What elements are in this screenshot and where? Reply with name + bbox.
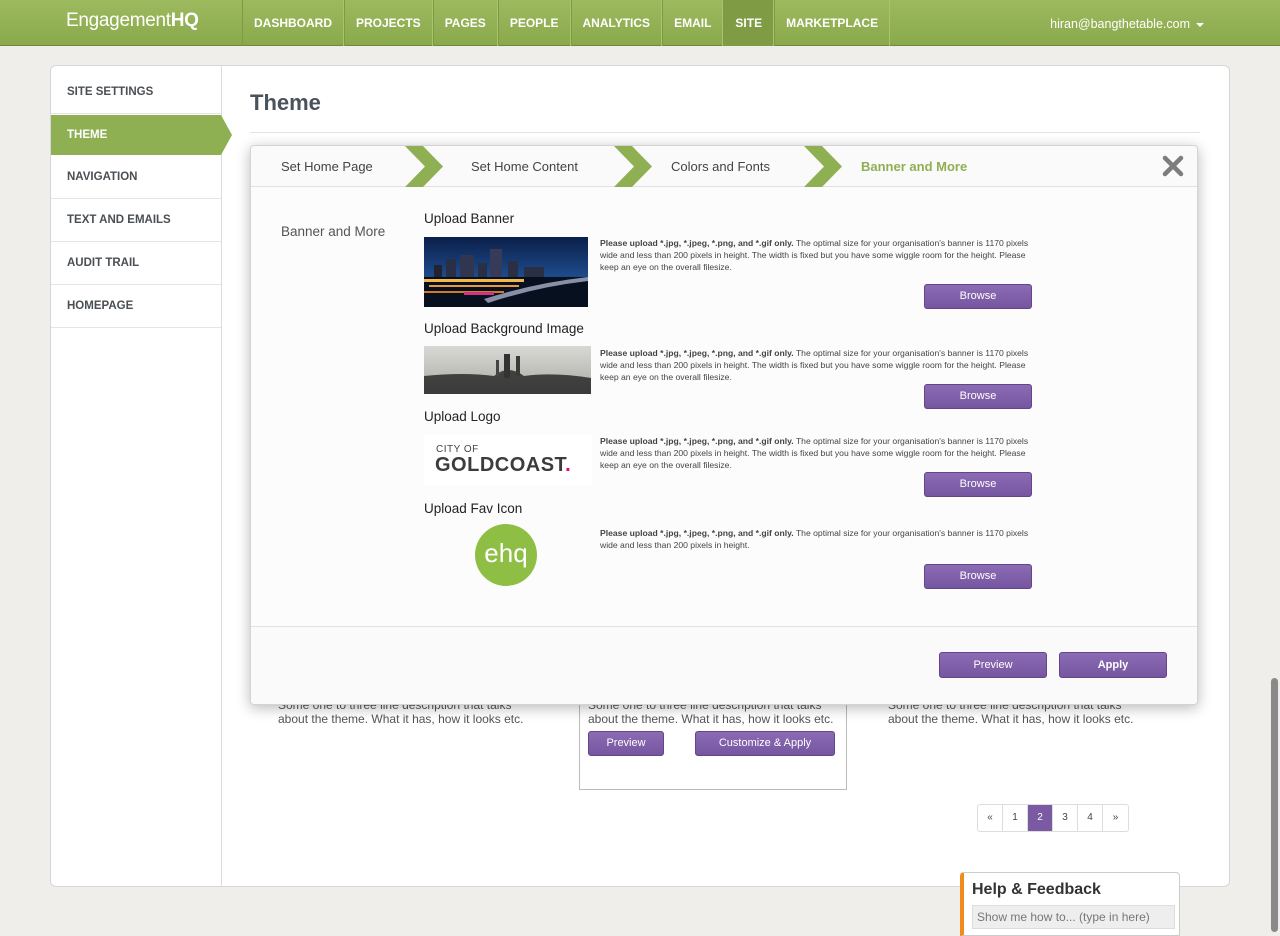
sidebar-item-homepage[interactable]: HOMEPAGE <box>51 285 221 328</box>
upload-logo-title: Upload Logo <box>424 409 501 424</box>
banner-thumbnail <box>424 237 588 307</box>
step-chevron-icon <box>804 146 842 187</box>
help-bold-text: Please upload *.jpg, *.jpeg, *.png, and … <box>600 436 794 446</box>
section-label: Banner and More <box>281 224 386 239</box>
step-set-home-page[interactable]: Set Home Page <box>281 146 373 187</box>
page-1[interactable]: 1 <box>1003 805 1028 831</box>
customize-apply-button[interactable]: Customize & Apply <box>695 731 835 756</box>
help-feedback-widget[interactable]: Help & Feedback Show me how to... (type … <box>960 872 1180 936</box>
upload-banner-help: Please upload *.jpg, *.jpeg, *.png, and … <box>600 237 1032 273</box>
upload-favicon-help: Please upload *.jpg, *.jpeg, *.png, and … <box>600 527 1032 551</box>
step-set-home-content[interactable]: Set Home Content <box>471 146 578 187</box>
browse-favicon-button[interactable]: Browse <box>924 564 1032 589</box>
sidebar-item-theme[interactable]: THEME <box>51 115 232 155</box>
upload-background-help: Please upload *.jpg, *.jpeg, *.png, and … <box>600 347 1032 383</box>
page-title: Theme <box>250 90 321 115</box>
sidebar-item-site-settings[interactable]: SITE SETTINGS <box>51 71 221 114</box>
favicon-text: ehq <box>484 538 528 568</box>
upload-logo-help: Please upload *.jpg, *.jpeg, *.png, and … <box>600 435 1032 471</box>
help-search-input[interactable]: Show me how to... (type in here) <box>972 905 1175 929</box>
top-navbar: EngagementHQ DASHBOARD PROJECTS PAGES PE… <box>0 0 1280 46</box>
nav-marketplace[interactable]: MARKETPLACE <box>774 0 891 46</box>
help-bold-text: Please upload *.jpg, *.jpeg, *.png, and … <box>600 348 794 358</box>
nav-people[interactable]: PEOPLE <box>497 0 571 46</box>
nav-projects[interactable]: PROJECTS <box>344 0 433 46</box>
user-menu[interactable]: hiran@bangthetable.com <box>1050 0 1204 46</box>
step-chevron-icon <box>614 146 652 187</box>
background-thumbnail <box>424 346 591 394</box>
logo-goldcoast: GOLDCOAST. <box>435 454 571 477</box>
wizard-apply-button[interactable]: Apply <box>1059 652 1167 678</box>
page-scrollbar[interactable] <box>1271 678 1278 932</box>
favicon-thumbnail: ehq <box>475 524 537 586</box>
page-3[interactable]: 3 <box>1053 805 1078 831</box>
page-2[interactable]: 2 <box>1028 805 1053 831</box>
wizard-steps: Set Home Page Set Home Content Colors an… <box>251 146 1197 187</box>
help-bold-text: Please upload *.jpg, *.jpeg, *.png, and … <box>600 528 794 538</box>
help-title: Help & Feedback <box>972 881 1101 898</box>
browse-banner-button[interactable]: Browse <box>924 284 1032 309</box>
upload-favicon-title: Upload Fav Icon <box>424 501 523 516</box>
sidebar-item-audit-trail[interactable]: AUDIT TRAIL <box>51 242 221 285</box>
upload-banner-title: Upload Banner <box>424 211 515 226</box>
close-icon[interactable] <box>1161 154 1185 178</box>
logo-prefix: Engagement <box>66 10 171 31</box>
logo-suffix: HQ <box>170 10 199 31</box>
caret-down-icon <box>1196 22 1204 27</box>
browse-logo-button[interactable]: Browse <box>924 472 1032 497</box>
engagementhq-logo[interactable]: EngagementHQ <box>66 10 199 32</box>
sidebar: SITE SETTINGS THEME NAVIGATION TEXT AND … <box>51 66 232 886</box>
sidebar-item-navigation[interactable]: NAVIGATION <box>51 156 221 199</box>
main-nav: DASHBOARD PROJECTS PAGES PEOPLE ANALYTIC… <box>242 0 891 46</box>
pagination: « 1 2 3 4 » <box>977 804 1129 832</box>
upload-background-title: Upload Background Image <box>424 321 584 336</box>
sidebar-item-text-and-emails[interactable]: TEXT AND EMAILS <box>51 199 221 242</box>
step-banner-and-more[interactable]: Banner and More <box>861 146 967 187</box>
theme-preview-button[interactable]: Preview <box>588 731 664 756</box>
wizard-preview-button[interactable]: Preview <box>939 652 1047 678</box>
modal-footer: Preview Apply <box>251 626 1197 704</box>
user-email: hiran@bangthetable.com <box>1050 17 1190 31</box>
step-chevron-icon <box>405 146 443 187</box>
theme-wizard-modal: Set Home Page Set Home Content Colors an… <box>250 145 1198 705</box>
nav-dashboard[interactable]: DASHBOARD <box>242 0 344 46</box>
browse-background-button[interactable]: Browse <box>924 384 1032 409</box>
page-prev[interactable]: « <box>978 805 1003 831</box>
page-next[interactable]: » <box>1103 805 1128 831</box>
logo-thumbnail: CITY OF GOLDCOAST. <box>424 434 592 486</box>
step-colors-and-fonts[interactable]: Colors and Fonts <box>671 146 770 187</box>
title-divider <box>250 132 1200 133</box>
nav-site[interactable]: SITE <box>723 0 775 46</box>
help-bold-text: Please upload *.jpg, *.jpeg, *.png, and … <box>600 238 794 248</box>
nav-pages[interactable]: PAGES <box>432 0 498 46</box>
logo-dot: . <box>565 454 572 476</box>
nav-analytics[interactable]: ANALYTICS <box>570 0 663 46</box>
nav-email[interactable]: EMAIL <box>662 0 724 46</box>
logo-goldcoast-text: GOLDCOAST <box>435 454 566 476</box>
page-4[interactable]: 4 <box>1078 805 1103 831</box>
